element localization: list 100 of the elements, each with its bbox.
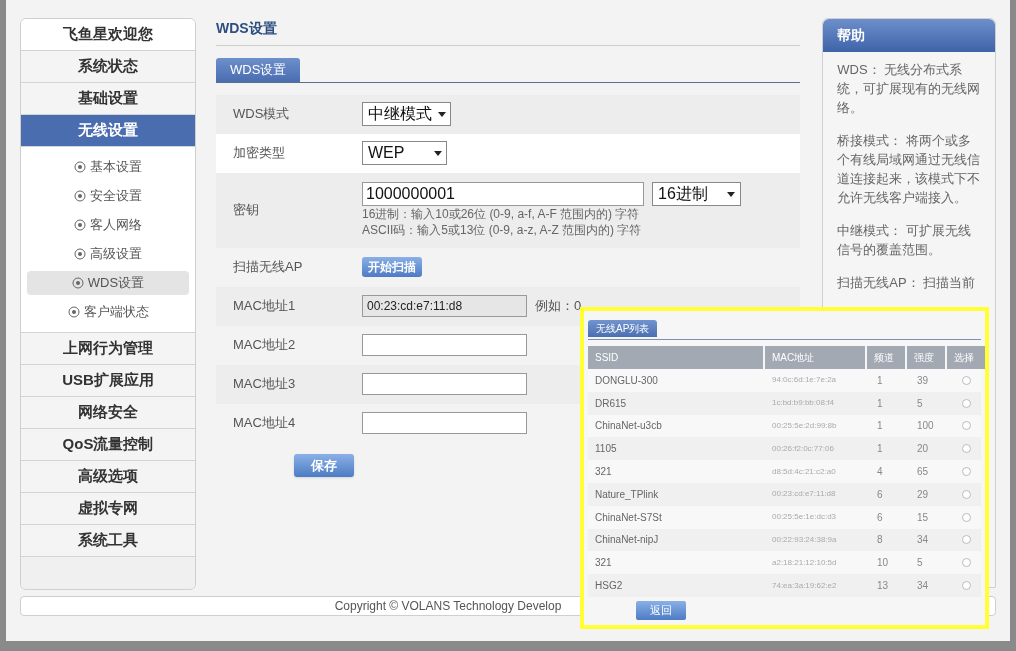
submenu-item[interactable]: 安全设置 [27,184,189,208]
table-cell-text: 15 [916,510,930,525]
dropdown[interactable]: 中继模式 [362,102,451,126]
help-text: 中继模式： 可扩展无线信号的覆盖范围。 [837,222,972,259]
table-cell-text: ChinaNet-u3cb [594,419,663,434]
table-cell-text: 321 [594,465,613,480]
table-cell-text: 1c:bd:b9:bb:08:f4 [771,397,835,410]
table-cell-text: 100 [916,419,935,434]
table-cell-text: DR615 [594,396,628,411]
help-text: 桥接模式： 将两个或多个有线局域网通过无线信道连接起来，该模式下不允许无线客户端接入。 [837,132,981,207]
table-cell-text: Nature_TPlink [594,487,660,502]
column-header: MAC地址 [765,346,865,369]
table-cell-text: ChinaNet-nipJ [594,533,660,548]
table-cell-text: 39 [916,373,930,388]
page-title: WDS设置 [216,18,801,46]
radio-button[interactable] [961,444,971,454]
table-cell-text: 5 [916,556,924,571]
mac-field[interactable] [362,334,527,356]
field-label: WDS模式 [232,105,291,124]
submenu-item[interactable]: 高级设置 [27,242,189,266]
table-cell-text: 29 [916,487,930,502]
submenu-item[interactable]: 基本设置 [27,155,189,179]
table-cell-text: 1 [876,442,884,457]
mac-field[interactable] [362,373,527,395]
dropdown[interactable]: WEP [362,141,447,165]
field-label: MAC地址3 [232,375,297,394]
field-label: 密钥 [232,201,260,220]
format-dropdown[interactable]: 16进制 [652,182,741,206]
table-cell-text: 20 [916,442,930,457]
radio-icon [67,306,80,318]
field-label: 加密类型 [232,144,286,163]
help-text: 扫描无线AP： 扫描当前 [837,274,977,292]
table-cell-text: 13 [876,579,890,594]
table-cell-text: 94:0c:6d:1e:7e:2a [771,374,838,387]
copyright-text: Copyright © VOLANS Technology Develop [334,598,562,615]
field-label: 扫描无线AP [232,258,304,277]
help-text: WDS： 无线分布式系统，可扩展现有的无线网络。 [837,61,981,117]
column-header: SSID [588,346,763,369]
radio-icon [74,248,86,260]
table-cell-text: 1 [876,373,884,388]
table-cell-text: 34 [916,533,930,548]
radio-icon [71,277,84,289]
caret-icon [438,111,446,117]
hint-text: ASCII码：输入5或13位 (0-9, a-z, A-Z 范围内的) 字符 [362,222,643,238]
submenu-item[interactable]: WDS设置 [27,271,189,295]
table-cell-text: 74:ea:3a:19:62:e2 [771,579,838,592]
table-cell-text: 34 [916,579,930,594]
radio-button[interactable] [961,489,971,499]
radio-icon [74,190,86,202]
table-cell-text: 65 [916,465,930,480]
radio-button[interactable] [961,398,971,408]
table-cell-text: 5 [916,396,924,411]
table-cell-text: 00:25:5e:2d:99:8b [771,420,838,432]
sidebar-item[interactable]: 无线设置 [21,115,195,147]
table-cell-text: 00:23:cd:e7:11:d8 [771,488,837,501]
table-cell-text: 1105 [594,442,618,457]
field-label: MAC地址1 [232,297,297,316]
radio-icon [74,161,86,173]
radio-button[interactable] [961,512,971,522]
radio-icon [74,219,86,231]
submenu-item[interactable]: 客人网络 [27,213,189,237]
radio-button[interactable] [961,467,971,477]
popup-tab[interactable]: 无线AP列表 [588,320,658,337]
field-label: MAC地址4 [232,414,297,433]
radio-button[interactable] [961,535,971,545]
key-field[interactable]: 1000000001 [362,182,644,206]
submenu-item[interactable]: 客户端状态 [27,300,189,324]
table-cell-text: a2:18:21:12:10:5d [771,556,838,569]
radio-button[interactable] [961,581,971,591]
table-cell-text: 1 [876,396,884,411]
example-text: 例如：0 [535,297,582,316]
table-cell-text: 321 [594,556,613,571]
table-cell-text: 6 [876,510,884,525]
radio-button[interactable] [961,421,971,431]
welcome-title: 飞鱼星欢迎您 [21,19,195,51]
column-header: 频道 [867,346,905,369]
mac-field[interactable] [362,412,527,434]
table-cell-text: 10 [876,556,890,571]
table-cell-text: 8 [876,533,884,548]
tab[interactable]: WDS设置 [216,58,301,82]
table-cell-text: 00:22:93:24:38:9a [771,533,838,546]
table-cell-text: d8:5d:4c:21:c2:a0 [771,465,837,478]
hint-text: 16进制：输入10或26位 (0-9, a-f, A-F 范围内的) 字符 [362,206,641,222]
help-header: 帮助 [823,19,995,52]
radio-button[interactable] [961,558,971,568]
mac-field[interactable]: 00:23:cd:e7:11:d8 [362,295,527,317]
table-cell-text: HSG2 [594,579,624,594]
column-header: 选择 [947,346,985,369]
table-cell-text: 00:25:5e:1e:dc:d3 [771,511,838,524]
caret-icon [727,191,735,197]
caret-icon [434,150,442,156]
table-cell-text: ChinaNet-S7St [594,510,663,525]
radio-button[interactable] [961,375,971,385]
table-cell-text: 1 [876,419,884,434]
field-label: MAC地址2 [232,336,297,355]
column-header: 强度 [907,346,945,369]
table-cell-text: 4 [876,465,884,480]
table-cell-text: 6 [876,487,884,502]
table-cell-text: 00:26:f2:0c:77:06 [771,442,835,455]
table-cell-text: DONGLU-300 [594,373,659,388]
